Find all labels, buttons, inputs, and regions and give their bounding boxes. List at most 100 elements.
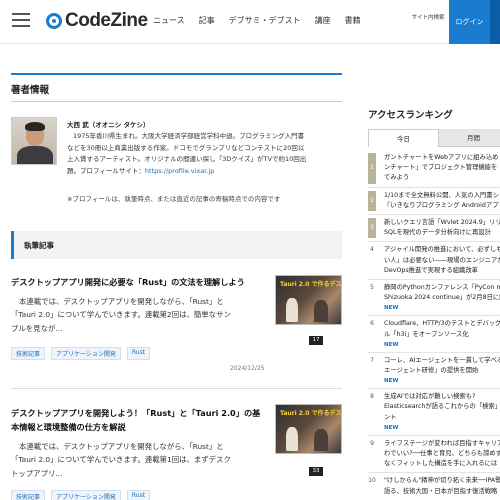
ranking-divider bbox=[368, 278, 500, 280]
tag-link[interactable]: Rust bbox=[126, 347, 151, 360]
ranking-text: "けしからん"精神が切り拓く未来──IPA警 語る、技術大国・日本が目指す復活戦略 bbox=[384, 476, 500, 496]
new-badge: NEW bbox=[384, 424, 399, 431]
author-photo bbox=[11, 117, 57, 165]
ranking-text-line: てみよう bbox=[384, 174, 410, 182]
author-name: 大西 武（オオニシ タケシ） bbox=[67, 121, 150, 129]
ranking-text: 新しいクエリ言語「Wvlet 2024.9」リリー SQLを現代のデータ分析向けに… bbox=[384, 218, 500, 238]
ranking-text: コーレ、AIエージェントを一貫して学べる エージェント研修」の提供を開始 NEW bbox=[384, 356, 500, 387]
summary-line: トップアプリ… bbox=[11, 468, 63, 478]
ranking-text: アジャイル開発の推進において、必ずしも い人」は必要ない――現場のエンジニアが De… bbox=[384, 245, 500, 276]
new-badge: NEW bbox=[384, 305, 399, 312]
bio-line: などを30冊以上商業出版する作家。ドコモでグランプリなどコンテストに20回以 bbox=[67, 143, 305, 152]
ranking-number: 10 bbox=[368, 477, 376, 485]
articles-section-header: 執筆記事 bbox=[11, 231, 342, 259]
login-button[interactable]: ログイン bbox=[449, 0, 490, 44]
article-tags: 技術記事 アプリケーション開発 Rust bbox=[11, 490, 151, 500]
logo-mark-icon bbox=[46, 13, 62, 29]
article-title[interactable]: デスクトップアプリを開発しよう！「Rust」と「Tauri 2.0」の基 本情報… bbox=[11, 406, 281, 434]
site-search-button[interactable]: サイト内検索 bbox=[410, 14, 446, 22]
article-thumbnail[interactable]: Tauri 2.0 で作るデスクトップアプリ bbox=[275, 404, 342, 454]
summary-line: 「Tauri 2.0」について学んでいきます。連載第2回は、簡単なサン bbox=[11, 310, 231, 320]
ranking-text-line: わでいい?──仕事と育児、どちらも諦めず bbox=[384, 450, 500, 457]
articles-section-title: 執筆記事 bbox=[24, 241, 54, 250]
thumbnail-title: Tauri 2.0 で作るデスクトップアプリ bbox=[280, 281, 342, 288]
ranking-divider bbox=[368, 186, 500, 188]
bio-line: 1975年香川県生まれ。大阪大学経済学部経営学科中退。プログラミング入門書 bbox=[73, 132, 305, 140]
tag-link[interactable]: Rust bbox=[126, 490, 151, 500]
article-count-badge: 33 bbox=[309, 467, 323, 476]
tab-today[interactable]: 今日 bbox=[368, 129, 439, 147]
tab-monthly[interactable]: 月間 bbox=[439, 129, 500, 147]
ranking-divider bbox=[368, 241, 500, 243]
tag-link[interactable]: アプリケーション開発 bbox=[51, 490, 121, 500]
ranking-divider bbox=[368, 351, 500, 353]
ranking-text-line: ンチャート」でプロジェクト管理機能を bbox=[384, 164, 498, 172]
ranking-text-line: 語る、技術大国・日本が目指す復活戦略 bbox=[384, 487, 498, 495]
summary-line: 本連載では、デスクトップアプリを開発しながら、「Rust」と bbox=[19, 442, 224, 451]
member-button[interactable] bbox=[490, 0, 500, 44]
bio-line: 題。プロフィールサイト： bbox=[67, 167, 145, 176]
article-thumbnail[interactable]: Tauri 2.0 で作るデスクトップアプリ bbox=[275, 275, 342, 325]
ranking-number: 4 bbox=[370, 246, 374, 254]
bio-line: 上入賞するアーティスト。オリジナルの間違い探し「3Dクイズ」がTVで約10回出 bbox=[67, 155, 307, 164]
ranking-text: 生成AIでは対応が難しい検索も? Elasticsearchが語るこれからの「検索… bbox=[384, 392, 500, 433]
summary-line: 「Tauri 2.0」について学んでいきます。連載第1回は、まずデスク bbox=[11, 455, 231, 465]
ranking-text-line: い人」は必要ない――現場のエンジニアが bbox=[384, 256, 500, 264]
ranking-number: 1 bbox=[368, 153, 376, 184]
ranking-text-line: Shizuoka 2024 continue」が2月8日に開催 bbox=[384, 294, 500, 302]
tag-link[interactable]: 技術記事 bbox=[11, 490, 46, 500]
article-title[interactable]: デスクトップアプリ開発に必要な「Rust」の文法を理解しよう bbox=[11, 275, 281, 289]
new-badge: NEW bbox=[384, 378, 399, 385]
ranking-text-line: DevOps推進で実現する組織改革 bbox=[384, 266, 478, 274]
ranking-tabs: 今日 月間 bbox=[368, 129, 500, 147]
ranking-number: 6 bbox=[370, 320, 374, 328]
hamburger-menu-icon[interactable] bbox=[12, 13, 30, 27]
nav-courses[interactable]: 講座 bbox=[315, 15, 331, 26]
ranking-number: 8 bbox=[370, 393, 374, 401]
author-bio: 1975年香川県生まれ。大阪大学経済学部経営学科中退。プログラミング入門書 など… bbox=[67, 131, 342, 178]
ranking-text-line: Elasticsearchが語るこれからの「検索」と bbox=[384, 403, 500, 411]
site-logo[interactable]: CodeZine bbox=[46, 9, 148, 33]
article-summary: 本連載では、デスクトップアプリを開発しながら、「Rust」と 「Tauri 2.… bbox=[11, 295, 279, 335]
nav-books[interactable]: 書籍 bbox=[345, 15, 361, 26]
logo-text: CodeZine bbox=[65, 10, 148, 31]
ranking-divider bbox=[368, 472, 500, 474]
ranking-text-line: ント bbox=[384, 413, 397, 421]
article-summary: 本連載では、デスクトップアプリを開発しながら、「Rust」と 「Tauri 2.… bbox=[11, 440, 279, 480]
main-nav: ニュース 記事 デブサミ・デブスト 講座 書籍 bbox=[153, 15, 361, 26]
ranking-text-line: 新しいクエリ言語「Wvlet 2024.9」リリー bbox=[384, 219, 500, 226]
article-tags: 技術記事 アプリケーション開発 Rust bbox=[11, 347, 151, 360]
summary-line: 本連載では、デスクトップアプリを開発しながら、「Rust」と bbox=[19, 297, 224, 306]
ranking-text: ガントチャートをWebアプリに組み込め ンチャート」でプロジェクト管理機能を てみよ… bbox=[384, 153, 500, 184]
nav-devsumi[interactable]: デブサミ・デブスト bbox=[229, 15, 301, 26]
site-header: CodeZine ニュース 記事 デブサミ・デブスト 講座 書籍 サイト内検索 … bbox=[0, 0, 500, 44]
nav-articles[interactable]: 記事 bbox=[199, 15, 215, 26]
ranking-number: 3 bbox=[368, 218, 376, 239]
top-rule bbox=[11, 73, 342, 75]
tag-link[interactable]: アプリケーション開発 bbox=[51, 347, 121, 360]
ranking-text-line: なくフィットした構造を手に入れるには bbox=[384, 460, 498, 468]
title-line: 本情報と環境整備の仕方を解説 bbox=[11, 422, 126, 432]
ranking-text-line: エージェント研修」の提供を開始 bbox=[384, 367, 479, 374]
author-section-title: 著者情報 bbox=[11, 85, 50, 96]
ranking-number: 9 bbox=[370, 439, 374, 447]
article-date: 2024/12/25 bbox=[230, 365, 265, 372]
tag-link[interactable]: 技術記事 bbox=[11, 347, 46, 360]
ranking-title: アクセスランキング bbox=[368, 110, 453, 121]
ranking-number: 2 bbox=[368, 190, 376, 211]
thumbnail-title: Tauri 2.0 で作るデスクトップアプリ bbox=[280, 410, 342, 417]
ranking-divider bbox=[368, 213, 500, 215]
ranking-text-line: SQLを現代のデータ分析向けに再設計 bbox=[384, 229, 491, 237]
profile-link[interactable]: https://profile.vixar.jp bbox=[145, 167, 214, 175]
ranking-number: 7 bbox=[370, 356, 374, 364]
ranking-text-line: Cloudflare、HTTP/3のテストとデバッグ bbox=[384, 320, 500, 328]
ranking-divider bbox=[368, 315, 500, 317]
ranking-text-line: 静岡のPythonカンファレンス「PyCon mi bbox=[384, 284, 500, 291]
nav-news[interactable]: ニュース bbox=[153, 15, 185, 26]
ranking-text-line: ライフステージが変われば目指すキャリア bbox=[384, 439, 500, 447]
ranking-text-line: コーレ、AIエージェントを一貫して学べる bbox=[384, 356, 500, 364]
ranking-text-line: "けしからん"精神が切り拓く未来──IPA警 bbox=[384, 477, 500, 485]
ranking-text-line: 『いきなりプログラミング Androidアプリ bbox=[384, 201, 500, 209]
section-divider bbox=[11, 101, 342, 102]
ranking-text-line: アジャイル開発の推進において、必ずしも bbox=[384, 246, 500, 254]
